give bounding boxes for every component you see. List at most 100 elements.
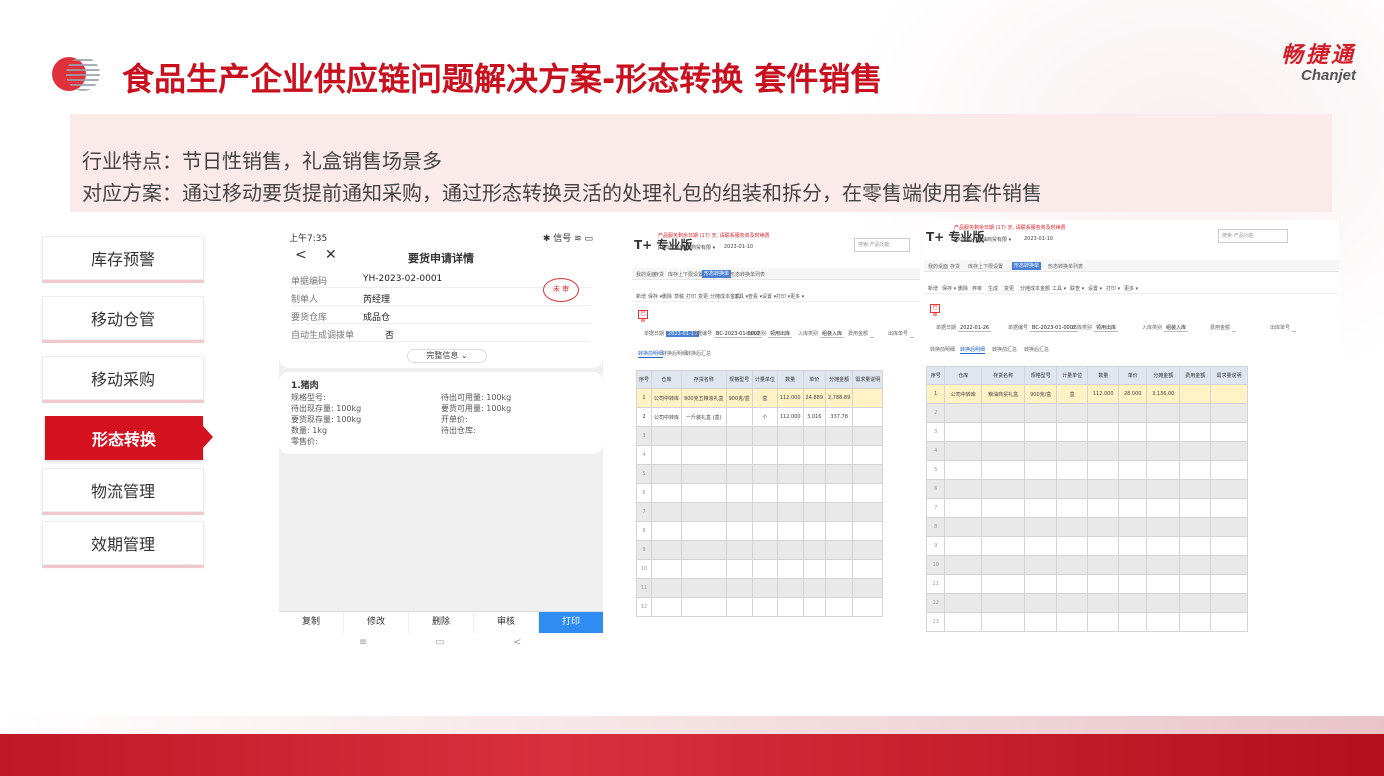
tab[interactable]: 我的桌面: [636, 271, 656, 278]
edit-button[interactable]: 修改: [344, 612, 409, 633]
column-header[interactable]: 需求量说明: [852, 370, 884, 389]
tab[interactable]: 形态转换单列表: [1048, 263, 1083, 270]
column-header[interactable]: 需求量说明: [1210, 366, 1248, 385]
table-row[interactable]: 4: [635, 445, 884, 465]
nav-item-form-conversion[interactable]: 形态转换: [45, 416, 203, 460]
toolbar-button[interactable]: 工具 ▾: [734, 293, 748, 300]
column-header[interactable]: 计量单位: [1056, 366, 1088, 385]
tab[interactable]: 形态转换单列表: [730, 271, 765, 278]
column-header[interactable]: 单价: [1118, 366, 1148, 385]
toolbar-button[interactable]: 变更: [1004, 285, 1014, 292]
tab-active[interactable]: 形态转换单: [1012, 262, 1042, 270]
toolbar-button[interactable]: 打印 ▾: [776, 293, 790, 300]
toolbar-button[interactable]: 更多 ▾: [1124, 285, 1138, 292]
table-row[interactable]: 10: [635, 559, 884, 579]
toolbar-button[interactable]: 设置 ▾: [1088, 285, 1102, 292]
toolbar-button[interactable]: 保存 ▾: [942, 285, 956, 292]
full-info-toggle[interactable]: 完整信息 ⌄: [407, 349, 487, 363]
subtab-active[interactable]: 转换前明细: [638, 350, 664, 358]
account-selector[interactable]: [000004]粮油商贸有限 ▾: [954, 236, 1011, 243]
print-button[interactable]: 打印: [539, 612, 603, 633]
column-header[interactable]: 仓库: [651, 370, 683, 389]
column-header[interactable]: 分摊金额: [1146, 366, 1181, 385]
table-row[interactable]: 10: [925, 555, 1248, 575]
toolbar-button[interactable]: 新增: [928, 285, 938, 292]
table-row[interactable]: 12: [635, 597, 884, 617]
back-nav-icon[interactable]: <: [513, 637, 521, 648]
table-row[interactable]: 9: [635, 540, 884, 560]
column-header[interactable]: 数量: [776, 370, 804, 389]
nav-item-mobile-warehouse[interactable]: 移动仓管: [42, 296, 204, 340]
toolbar-button[interactable]: 弃审: [972, 285, 982, 292]
column-header[interactable]: 存货名称: [981, 366, 1026, 385]
toolbar-button[interactable]: 打印 ▾: [1106, 285, 1120, 292]
column-header[interactable]: 序号: [635, 370, 653, 389]
table-row[interactable]: 7: [635, 502, 884, 522]
delete-button[interactable]: 删除: [409, 612, 474, 633]
table-row[interactable]: 1 公司中转库 粮油商贸礼盒 900克/盒盒 112.000 28.000 3,136.00: [925, 384, 1248, 404]
toolbar-button[interactable]: 变更: [698, 293, 708, 300]
column-header[interactable]: 计量单位: [751, 370, 778, 389]
toolbar-button[interactable]: 删除: [958, 285, 968, 292]
subtab[interactable]: 转换后汇总: [1024, 346, 1049, 353]
column-header[interactable]: 序号: [925, 366, 946, 385]
column-header[interactable]: 规格型号: [725, 370, 753, 389]
table-row[interactable]: 9: [925, 536, 1248, 556]
table-row[interactable]: 4: [925, 441, 1248, 461]
table-row[interactable]: 8: [635, 521, 884, 541]
table-row[interactable]: 6: [635, 483, 884, 503]
subtab[interactable]: 转换后汇总: [686, 350, 711, 357]
table-row[interactable]: 2: [925, 403, 1248, 423]
toolbar-button[interactable]: 新增: [636, 293, 646, 300]
table-row[interactable]: 5: [635, 464, 884, 484]
copy-button[interactable]: 复制: [279, 612, 344, 633]
toolbar-button[interactable]: 打印: [686, 293, 696, 300]
column-header[interactable]: 仓库: [944, 366, 983, 385]
table-row[interactable]: 13: [925, 612, 1248, 632]
table-row[interactable]: 11: [635, 578, 884, 598]
toolbar-button[interactable]: 删除: [662, 293, 672, 300]
toolbar-button[interactable]: 查看 ▾: [748, 293, 762, 300]
table-row[interactable]: 12: [925, 593, 1248, 613]
table-row[interactable]: 11: [925, 574, 1248, 594]
column-header[interactable]: 存货名称: [681, 370, 727, 389]
table-row[interactable]: 1 公司中转库 900克五粮液礼盒 900克/盒盒 112.000 24.889 2,788…: [635, 388, 884, 408]
account-selector[interactable]: [000004]粮油商贸有限 ▾: [658, 244, 715, 251]
tab[interactable]: 库存上下限设置: [668, 271, 703, 278]
tab[interactable]: 存货: [950, 263, 960, 270]
toolbar-button[interactable]: 工具 ▾: [1052, 285, 1066, 292]
column-header[interactable]: 规格型号: [1024, 366, 1058, 385]
table-row[interactable]: 2 公司中转库 一斤装礼盒 (盒) 个 112.000 3.016 337.78: [635, 407, 884, 427]
nav-item-inventory-warning[interactable]: 库存预警: [42, 236, 204, 280]
table-row[interactable]: 3: [635, 426, 884, 446]
approve-button[interactable]: 审核: [474, 612, 539, 633]
table-row[interactable]: 7: [925, 498, 1248, 518]
home-icon[interactable]: ▭: [435, 637, 444, 648]
subtab-active[interactable]: 转换后明细: [960, 346, 986, 354]
column-header[interactable]: 费用金额: [1179, 366, 1212, 385]
search-input[interactable]: 搜索-产品功能: [854, 238, 910, 252]
toolbar-button[interactable]: 设置 ▾: [762, 293, 776, 300]
nav-item-logistics[interactable]: 物流管理: [42, 468, 204, 512]
column-header[interactable]: 分摊金额: [825, 370, 854, 389]
tab[interactable]: 存货: [654, 271, 664, 278]
subtab[interactable]: 转换后明细: [662, 350, 687, 357]
column-header[interactable]: 数量: [1086, 366, 1120, 385]
nav-item-mobile-purchase[interactable]: 移动采购: [42, 356, 204, 400]
table-row[interactable]: 8: [925, 517, 1248, 537]
toolbar-button[interactable]: 保存 ▾: [648, 293, 662, 300]
subtab[interactable]: 转换前汇总: [992, 346, 1017, 353]
subtab[interactable]: 转换前明细: [930, 346, 955, 353]
search-input[interactable]: 搜索-产品功能: [1218, 229, 1288, 243]
toolbar-button[interactable]: 联查 ▾: [1070, 285, 1084, 292]
toolbar-button[interactable]: 分摊成本金额: [1020, 285, 1050, 292]
tab[interactable]: 我的桌面: [928, 263, 948, 270]
table-row[interactable]: 3: [925, 422, 1248, 442]
toolbar-button[interactable]: 草稿: [674, 293, 684, 300]
table-row[interactable]: 6: [925, 479, 1248, 499]
column-header[interactable]: 单价: [802, 370, 827, 389]
tab-active[interactable]: 形态转换单: [702, 270, 732, 278]
toolbar-button[interactable]: 更多 ▾: [790, 293, 804, 300]
table-row[interactable]: 5: [925, 460, 1248, 480]
tab[interactable]: 库存上下限设置: [968, 263, 1003, 270]
